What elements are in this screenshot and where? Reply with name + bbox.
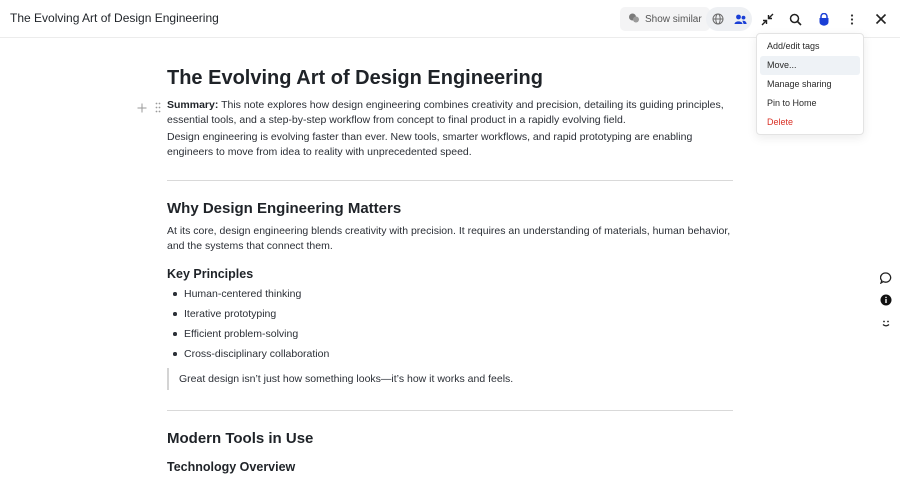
divider	[167, 180, 733, 181]
summary-text: This note explores how design engineerin…	[167, 99, 724, 126]
drag-handle-icon[interactable]	[155, 100, 161, 118]
more-icon	[850, 13, 854, 26]
principles-heading: Key Principles	[167, 267, 254, 281]
show-similar-label: Show similar	[645, 13, 702, 25]
summary-paragraph: Summary: This note explores how design e…	[167, 98, 733, 127]
close-button[interactable]	[869, 7, 893, 31]
comment-icon	[879, 271, 892, 289]
summary-label: Summary:	[167, 99, 219, 111]
section-heading-tools: Modern Tools in Use	[167, 430, 314, 447]
menu-item-pin-to-home[interactable]: Pin to Home	[760, 94, 860, 113]
emoji-button[interactable]	[876, 315, 896, 335]
divider	[167, 410, 733, 411]
sparkle-icon	[628, 12, 640, 27]
blockquote: Great design isn’t just how something lo…	[167, 368, 733, 390]
info-button[interactable]	[876, 292, 896, 312]
emoji-icon	[880, 316, 892, 334]
close-icon	[875, 13, 887, 25]
section-heading-why: Why Design Engineering Matters	[167, 200, 402, 217]
menu-item-delete[interactable]: Delete	[760, 113, 860, 132]
collapse-icon	[761, 13, 774, 26]
list-item: Iterative prototyping	[167, 306, 733, 326]
subsection-heading-technology: Technology Overview	[167, 460, 296, 474]
sharing-group	[706, 7, 752, 31]
section-body-why: At its core, design engineering blends c…	[167, 225, 731, 252]
menu-item-manage-sharing[interactable]: Manage sharing	[760, 75, 860, 94]
info-icon	[880, 293, 892, 311]
list-item: Human-centered thinking	[167, 286, 733, 306]
collapse-button[interactable]	[755, 7, 779, 31]
block-handles	[137, 100, 161, 118]
search-button[interactable]	[783, 7, 807, 31]
comments-button[interactable]	[876, 270, 896, 290]
people-icon[interactable]	[729, 14, 751, 25]
list-item: Efficient problem-solving	[167, 326, 733, 346]
intro-paragraph: Design engineering is evolving faster th…	[167, 131, 693, 158]
menu-item-move[interactable]: Move...	[760, 56, 860, 75]
globe-icon[interactable]	[707, 13, 729, 25]
principles-list: Human-centered thinking Iterative protot…	[167, 286, 733, 366]
search-icon	[789, 13, 802, 26]
menu-item-add-edit-tags[interactable]: Add/edit tags	[760, 37, 860, 56]
add-block-icon[interactable]	[137, 100, 147, 118]
list-item: Cross-disciplinary collaboration	[167, 346, 733, 366]
more-options-menu: Add/edit tags Move... Manage sharing Pin…	[756, 33, 864, 135]
shield-icon	[818, 12, 830, 26]
security-button[interactable]	[812, 7, 836, 31]
page-title: The Evolving Art of Design Engineering	[167, 67, 543, 89]
more-options-button[interactable]	[840, 7, 864, 31]
show-similar-button[interactable]: Show similar	[620, 7, 710, 31]
window-title: The Evolving Art of Design Engineering	[10, 11, 219, 25]
